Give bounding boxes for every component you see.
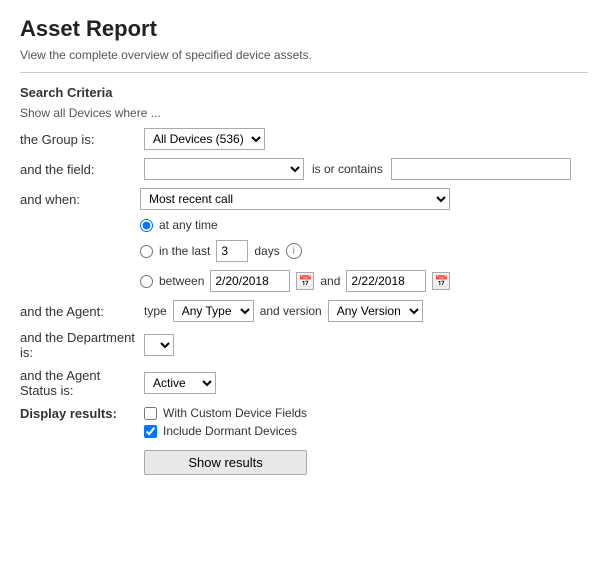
section-divider	[20, 72, 588, 73]
in-the-last-label: in the last	[159, 244, 210, 258]
department-row: and the Department is:	[20, 330, 588, 360]
page-title: Asset Report	[20, 16, 588, 42]
search-criteria-heading: Search Criteria	[20, 85, 588, 100]
agent-status-row: and the Agent Status is: Active Inactive…	[20, 368, 588, 398]
display-results-label: Display results:	[20, 406, 140, 421]
display-results-block: With Custom Device Fields Include Dorman…	[144, 406, 307, 475]
custom-fields-row: With Custom Device Fields	[144, 406, 307, 420]
agent-controls: type Any Type and version Any Version	[144, 300, 423, 322]
field-label: and the field:	[20, 162, 140, 177]
department-select[interactable]	[144, 334, 174, 356]
days-input[interactable]	[216, 240, 248, 262]
when-row: and when: Most recent call at any time i…	[20, 188, 588, 292]
include-dormant-row: Include Dormant Devices	[144, 424, 307, 438]
agent-status-label: and the Agent Status is:	[20, 368, 140, 398]
in-the-last-row: in the last days i	[140, 240, 450, 262]
department-label: and the Department is:	[20, 330, 140, 360]
at-any-time-label: at any time	[159, 218, 218, 232]
date-from-input[interactable]	[210, 270, 290, 292]
calendar-to-icon[interactable]: 📅	[432, 272, 450, 290]
info-icon: i	[286, 243, 302, 259]
field-select[interactable]	[144, 158, 304, 180]
agent-type-select[interactable]: Any Type	[173, 300, 254, 322]
between-row: between 📅 and 📅	[140, 270, 450, 292]
page-subtitle: View the complete overview of specified …	[20, 48, 588, 62]
agent-version-select[interactable]: Any Version	[328, 300, 423, 322]
agent-version-label: and version	[260, 304, 322, 318]
and-date-label: and	[320, 274, 340, 288]
contains-input[interactable]	[391, 158, 571, 180]
group-label: the Group is:	[20, 132, 140, 147]
display-results-row: Display results: With Custom Device Fiel…	[20, 406, 588, 475]
group-select[interactable]: All Devices (536)	[144, 128, 265, 150]
group-row: the Group is: All Devices (536)	[20, 128, 588, 150]
at-any-time-row: at any time	[140, 218, 450, 232]
include-dormant-label: Include Dormant Devices	[163, 424, 297, 438]
agent-row: and the Agent: type Any Type and version…	[20, 300, 588, 322]
days-label: days	[254, 244, 279, 258]
custom-fields-checkbox[interactable]	[144, 407, 157, 420]
at-any-time-radio[interactable]	[140, 219, 153, 232]
date-to-input[interactable]	[346, 270, 426, 292]
is-or-contains-label: is or contains	[312, 162, 383, 176]
agent-label: and the Agent:	[20, 304, 140, 319]
show-results-button[interactable]: Show results	[144, 450, 307, 475]
field-row: and the field: is or contains	[20, 158, 588, 180]
agent-type-label: type	[144, 304, 167, 318]
calendar-from-icon[interactable]: 📅	[296, 272, 314, 290]
show-all-label: Show all Devices where ...	[20, 106, 588, 120]
between-radio[interactable]	[140, 275, 153, 288]
when-block: Most recent call at any time in the last…	[140, 188, 450, 292]
agent-status-select[interactable]: Active Inactive Any	[144, 372, 216, 394]
when-select[interactable]: Most recent call	[140, 188, 450, 210]
in-the-last-radio[interactable]	[140, 245, 153, 258]
include-dormant-checkbox[interactable]	[144, 425, 157, 438]
custom-fields-label: With Custom Device Fields	[163, 406, 307, 420]
when-label: and when:	[20, 188, 140, 207]
between-label: between	[159, 274, 204, 288]
